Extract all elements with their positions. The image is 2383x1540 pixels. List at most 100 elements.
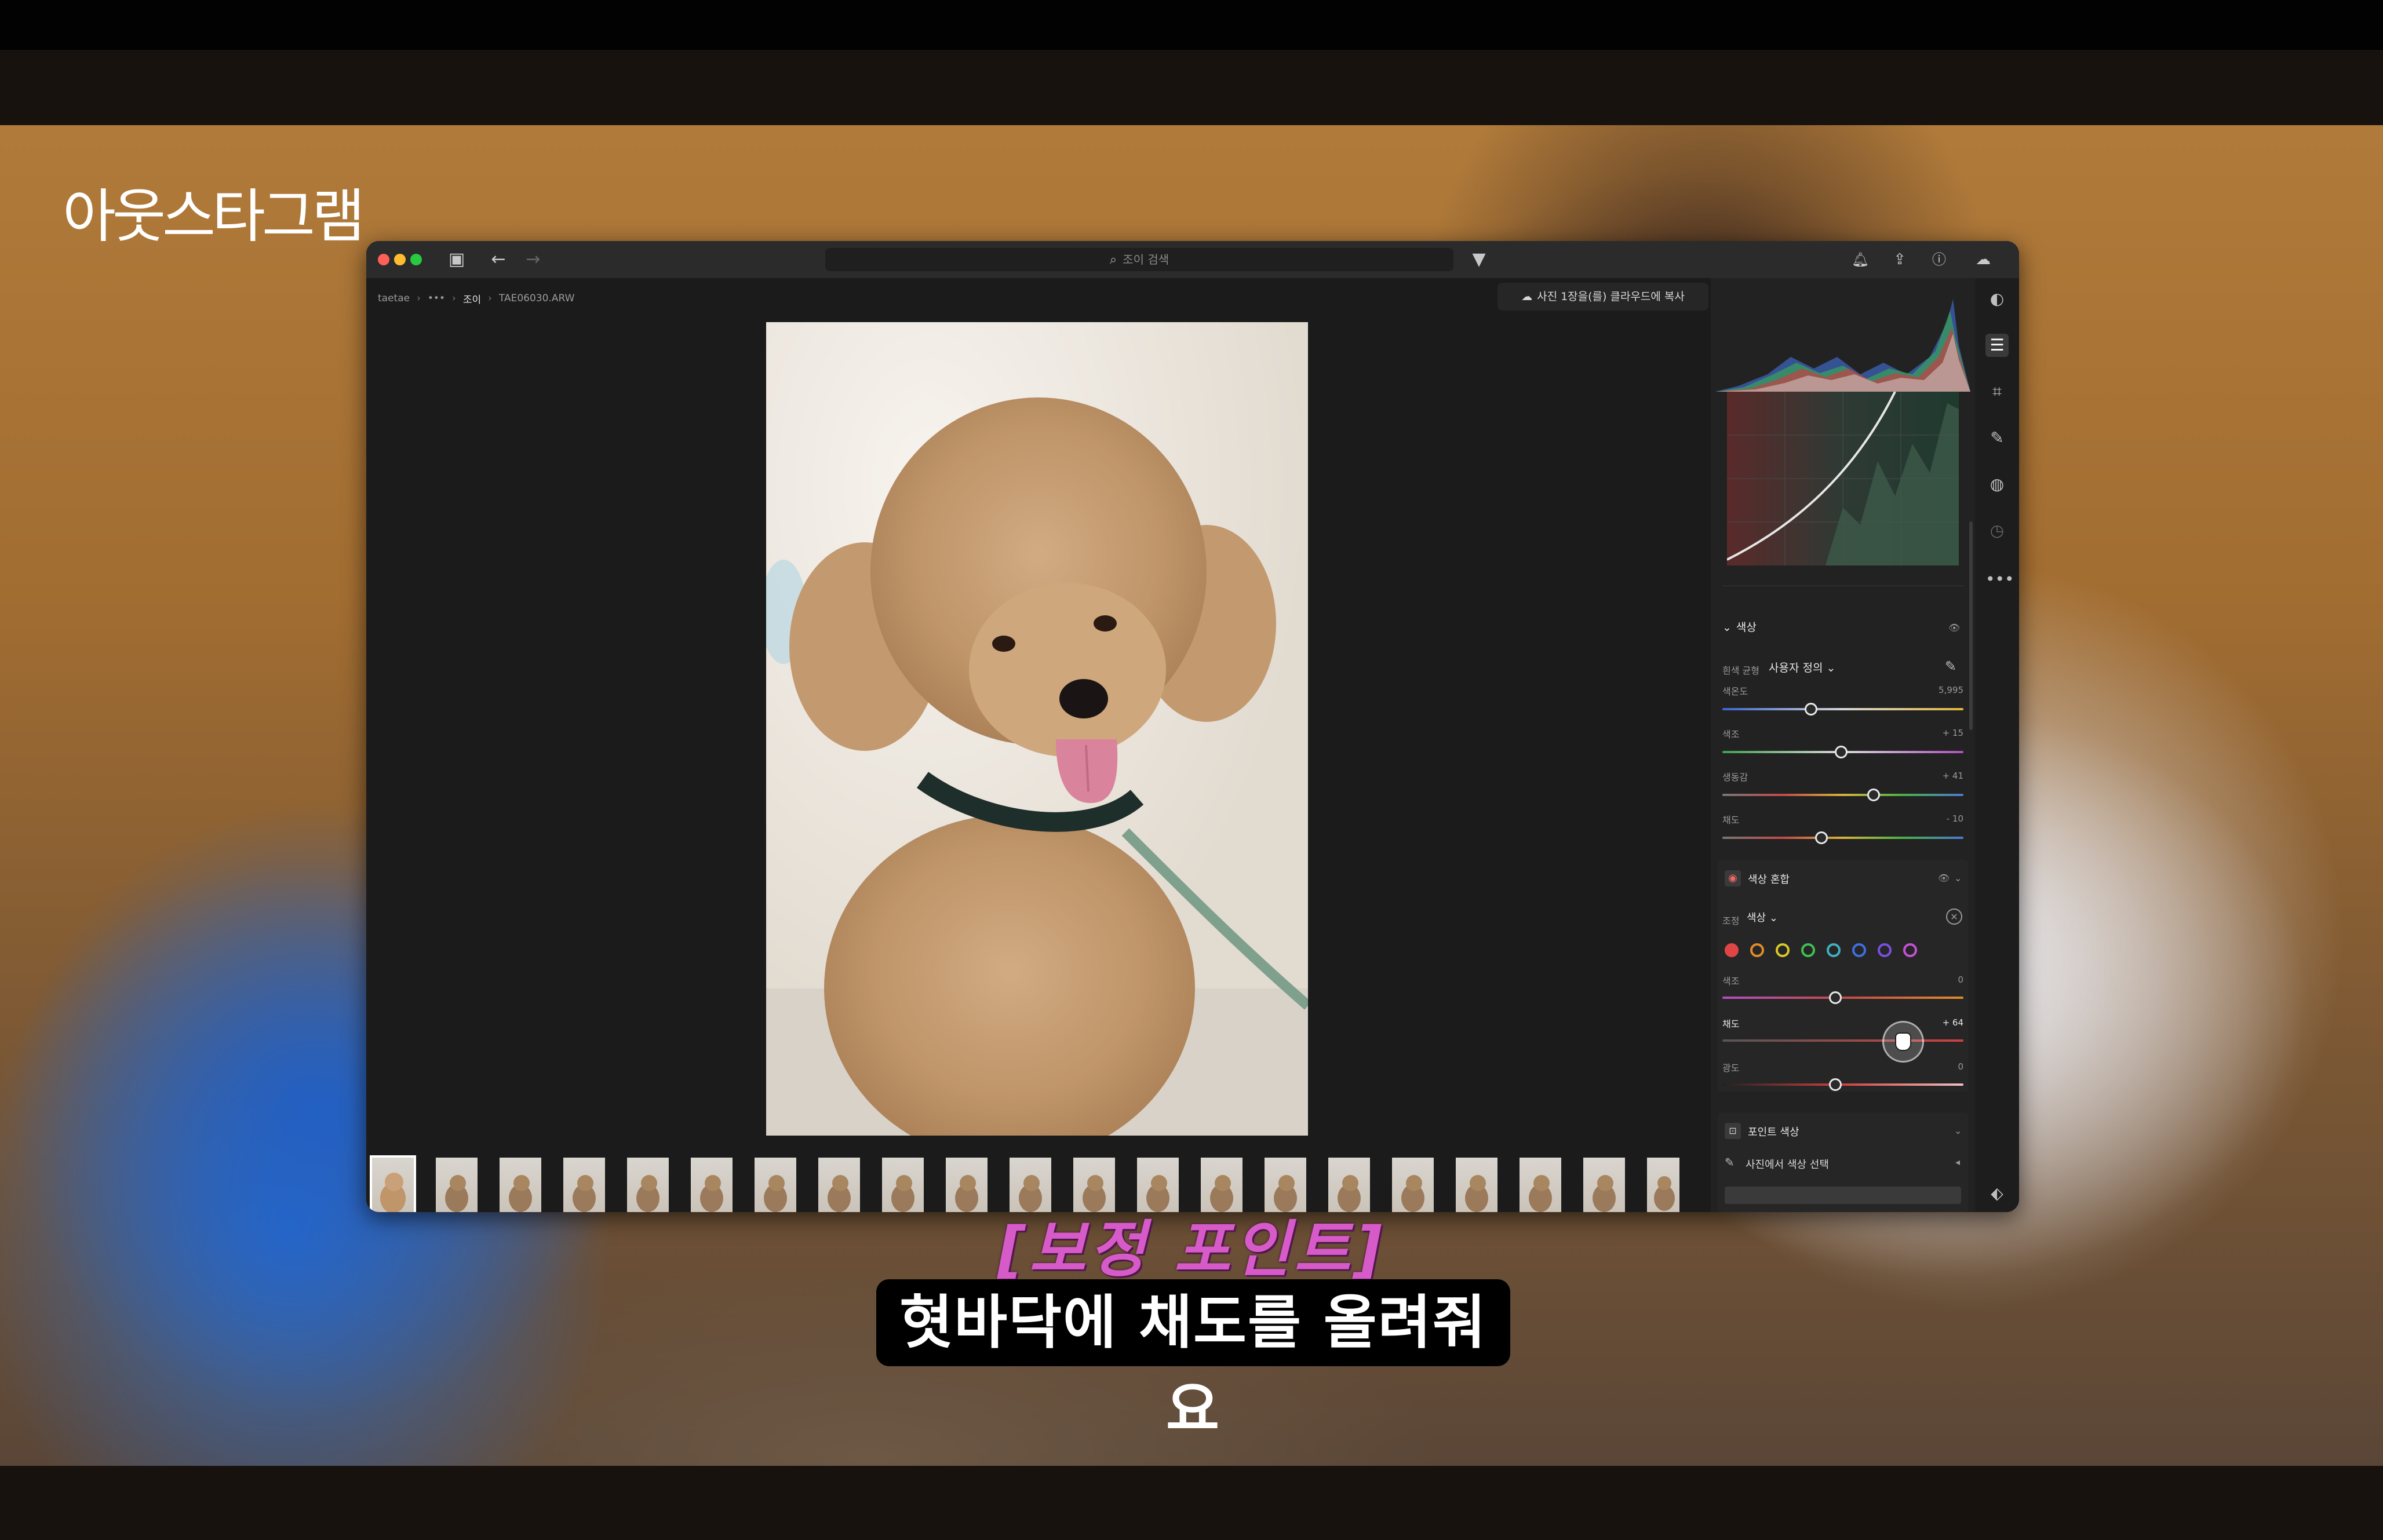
mix-saturation-label: 채도 xyxy=(1722,1019,1740,1030)
breadcrumb-file: TAE06030.ARW xyxy=(498,293,575,304)
healing-brush-icon[interactable]: ✎ xyxy=(1985,426,2009,450)
main-photo xyxy=(766,322,1308,1136)
color-swatch-yellow[interactable] xyxy=(1776,943,1790,957)
color-swatch-magenta[interactable] xyxy=(1903,943,1917,957)
masking-icon[interactable]: ◍ xyxy=(1985,473,2009,496)
letterbox-top xyxy=(0,0,2383,50)
breadcrumb-ellipsis[interactable]: ••• xyxy=(428,293,445,304)
video-top-band xyxy=(0,50,2383,125)
visibility-eye-icon[interactable]: 👁︎ xyxy=(1948,622,1960,633)
tint-slider-handle[interactable] xyxy=(1835,746,1848,758)
color-section-header[interactable]: ⌄ 색상 xyxy=(1722,619,1757,634)
vibrance-value: + 41 xyxy=(1942,771,1963,781)
tone-curve[interactable] xyxy=(1726,391,1959,565)
mix-luminance-slider-handle[interactable] xyxy=(1829,1078,1842,1091)
vibrance-label: 생동감 xyxy=(1722,772,1748,783)
temp-value: 5,995 xyxy=(1939,685,1963,695)
filter-icon[interactable]: ▼ xyxy=(1467,248,1491,271)
copy-to-cloud-button[interactable]: ☁ 사진 1장을(를) 클라우드에 복사 xyxy=(1497,283,1708,311)
saturation-slider-track[interactable] xyxy=(1722,837,1963,839)
panel-divider xyxy=(1722,585,1963,586)
caret-left-icon[interactable]: ◂ xyxy=(1955,1156,1960,1167)
color-swatch-aqua[interactable] xyxy=(1827,943,1841,957)
targeted-adjustment-icon[interactable]: ✕ xyxy=(1946,908,1962,925)
mix-hue-slider-handle[interactable] xyxy=(1829,991,1842,1004)
tint-label: 색조 xyxy=(1722,729,1740,740)
point-color-title: 포인트 색상 xyxy=(1748,1126,1799,1138)
white-balance-dropdown[interactable]: 사용자 정의 ⌄ xyxy=(1769,659,1835,675)
poodle-photo-illustration xyxy=(766,322,1308,1136)
chevron-right-icon: › xyxy=(488,293,492,304)
chevron-down-icon: ⌄ xyxy=(1722,621,1732,634)
temp-slider-track[interactable] xyxy=(1722,708,1963,710)
vibrance-slider-track[interactable] xyxy=(1722,794,1963,796)
mix-saturation-value: + 64 xyxy=(1942,1017,1963,1028)
channel-watermark: 아웃스타그램 xyxy=(63,183,365,250)
chevron-right-icon: › xyxy=(452,293,456,304)
point-color-icon: ⊡ xyxy=(1725,1123,1741,1139)
pick-color-from-photo-label[interactable]: 사진에서 색상 선택 xyxy=(1746,1156,1829,1172)
bell-icon[interactable]: 🔔︎ xyxy=(1849,248,1872,271)
search-input[interactable]: ⌕ 조이 검색 xyxy=(825,248,1453,271)
tone-curve-graph xyxy=(1726,391,1959,565)
mix-hue-label: 색조 xyxy=(1722,976,1740,987)
auto-edit-icon[interactable]: ◐ xyxy=(1985,287,2009,311)
subtitle-point: [보정 포인트] xyxy=(997,1214,1386,1285)
minimize-window-button[interactable] xyxy=(394,254,406,265)
white-balance-value: 사용자 정의 xyxy=(1769,662,1823,674)
forward-arrow-icon[interactable]: → xyxy=(522,248,545,271)
color-swatch-orange[interactable] xyxy=(1750,943,1764,957)
tool-strip: ◐ ☰ ⌗ ✎ ◍ ◷ ••• ⬖ xyxy=(1975,278,2019,1212)
mix-luminance-value: 0 xyxy=(1958,1061,1963,1072)
chevron-down-icon[interactable]: ⌄ xyxy=(1954,1125,1962,1136)
color-swatch-green[interactable] xyxy=(1801,943,1815,957)
edit-panel: ⌄ 색상 👁︎ 흰색 균형 사용자 정의 ⌄ ✎ 색온도 5,995 색조 + 1… xyxy=(1711,278,1975,1212)
chevron-down-icon: ⌄ xyxy=(1826,662,1836,674)
tint-value: + 15 xyxy=(1942,728,1963,738)
adjust-label: 조정 xyxy=(1722,915,1740,926)
panel-scrollbar[interactable] xyxy=(1969,521,1973,730)
color-swatch-purple[interactable] xyxy=(1878,943,1892,957)
visibility-eye-icon[interactable]: 👁︎ xyxy=(1938,873,1950,884)
temp-slider-handle[interactable] xyxy=(1805,703,1817,716)
zoom-window-button[interactable] xyxy=(410,254,422,265)
breadcrumb-root[interactable]: taetae xyxy=(378,293,410,304)
color-mix-title: 색상 혼합 xyxy=(1748,874,1790,886)
crop-icon[interactable]: ⌗ xyxy=(1985,380,2009,403)
mix-saturation-slider-track[interactable] xyxy=(1722,1039,1963,1042)
edit-sliders-icon[interactable]: ☰ xyxy=(1985,334,2009,357)
copy-to-cloud-label: 사진 1장을(를) 클라우드에 복사 xyxy=(1537,290,1685,303)
sidebar-toggle-icon[interactable]: ▣ xyxy=(445,248,468,271)
back-arrow-icon[interactable]: ← xyxy=(487,248,510,271)
saturation-label: 채도 xyxy=(1722,815,1740,826)
color-swatch-red[interactable] xyxy=(1725,943,1739,957)
eyedropper-icon[interactable]: ✎ xyxy=(1725,1155,1735,1169)
letterbox-bottom xyxy=(0,1466,2383,1540)
mix-luminance-slider-track[interactable] xyxy=(1722,1083,1963,1086)
more-options-icon[interactable]: ••• xyxy=(1985,568,2014,591)
cloud-sync-icon[interactable]: ☁ xyxy=(1972,248,1995,271)
saturation-slider-handle[interactable] xyxy=(1815,831,1828,844)
chevron-right-icon: › xyxy=(417,293,421,304)
color-swatch-blue[interactable] xyxy=(1852,943,1866,957)
search-placeholder: 조이 검색 xyxy=(1123,253,1169,267)
share-icon[interactable]: ⇪ xyxy=(1888,248,1911,271)
search-icon: ⌕ xyxy=(1109,253,1117,267)
color-mix-icon: ◉ xyxy=(1725,870,1741,886)
history-icon[interactable]: ◷ xyxy=(1985,519,2009,542)
titlebar: ▣ ← → ⌕ 조이 검색 ▼ 🔔︎ ⇪ ⓘ ☁ xyxy=(366,241,2019,278)
mix-luminance-label: 광도 xyxy=(1722,1063,1740,1074)
lightroom-window: ▣ ← → ⌕ 조이 검색 ▼ 🔔︎ ⇪ ⓘ ☁ taetae › ••• › 조… xyxy=(366,241,2019,1212)
chevron-down-icon[interactable]: ⌄ xyxy=(1954,873,1962,884)
chevron-down-icon: ⌄ xyxy=(1769,912,1778,924)
vibrance-slider-handle[interactable] xyxy=(1867,789,1880,801)
histogram xyxy=(1715,299,1970,392)
close-window-button[interactable] xyxy=(378,254,389,265)
adjust-dropdown[interactable]: 색상 ⌄ xyxy=(1747,910,1778,925)
breadcrumb: taetae › ••• › 조이 › TAE06030.ARW xyxy=(378,290,574,307)
temp-label: 색온도 xyxy=(1722,686,1748,697)
help-icon[interactable]: ⓘ xyxy=(1927,248,1951,271)
breadcrumb-album[interactable]: 조이 xyxy=(463,291,481,306)
eyedropper-icon[interactable]: ✎ xyxy=(1945,658,1956,674)
mix-hue-slider-track[interactable] xyxy=(1722,997,1963,999)
